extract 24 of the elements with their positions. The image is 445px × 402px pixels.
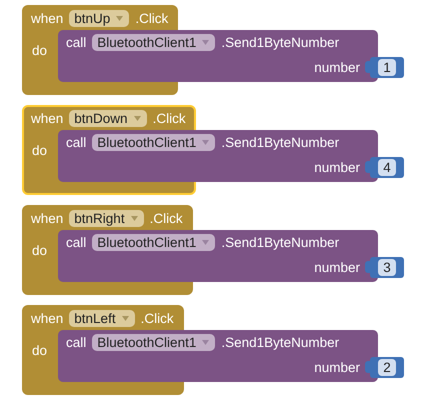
- argument-label: number: [314, 60, 360, 75]
- event-label: .Click: [152, 111, 186, 126]
- call-label: call: [66, 335, 86, 350]
- when-label: when: [31, 311, 64, 326]
- event-label: .Click: [150, 211, 183, 226]
- event-label: .Click: [140, 311, 174, 326]
- do-label: do: [32, 343, 48, 358]
- call-label: call: [66, 135, 86, 150]
- method-label: .Send1ByteNumber: [221, 235, 340, 250]
- when-label: when: [31, 211, 64, 226]
- call-label: call: [66, 35, 86, 50]
- method-label: .Send1ByteNumber: [221, 135, 340, 150]
- do-label: do: [32, 43, 48, 58]
- argument-label: number: [314, 160, 360, 175]
- method-label: .Send1ByteNumber: [221, 335, 340, 350]
- event-label: .Click: [135, 11, 168, 26]
- when-label: when: [31, 11, 64, 26]
- when-label: when: [31, 111, 64, 126]
- method-label: .Send1ByteNumber: [221, 35, 340, 50]
- argument-label: number: [314, 260, 360, 275]
- do-label: do: [32, 243, 48, 258]
- do-label: do: [32, 143, 48, 158]
- call-label: call: [66, 235, 86, 250]
- argument-label: number: [314, 360, 360, 375]
